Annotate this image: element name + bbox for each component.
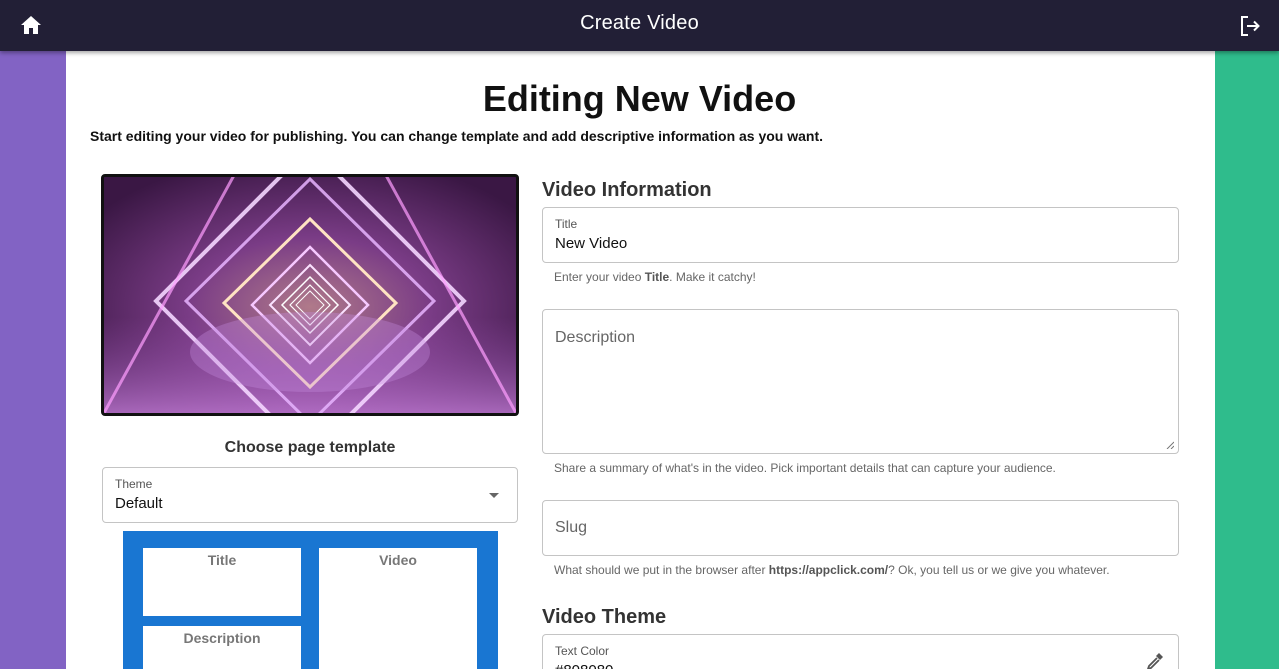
text-color-field[interactable]: Text Color #808080 [542, 634, 1179, 669]
slug-helper-text: What should we put in the browser after … [554, 563, 1110, 577]
left-side-panel [0, 51, 66, 669]
theme-select-label: Theme [115, 477, 153, 491]
template-video-box: Video [319, 548, 477, 669]
template-description-box: Description [143, 626, 301, 669]
template-title-box: Title [143, 548, 301, 616]
resize-handle-icon[interactable] [1166, 441, 1174, 449]
video-theme-heading: Video Theme [542, 606, 667, 628]
color-picker-button[interactable] [1145, 651, 1165, 669]
description-helper-text: Share a summary of what's in the video. … [554, 461, 1056, 475]
eyedropper-icon [1147, 653, 1163, 669]
title-field-label: Title [555, 217, 578, 231]
video-preview[interactable] [101, 174, 519, 416]
description-placeholder: Description [555, 329, 636, 346]
video-information-heading: Video Information [542, 179, 712, 201]
logout-icon [1241, 16, 1260, 36]
template-title-label: Title [207, 552, 237, 568]
text-color-label: Text Color [555, 644, 610, 658]
app-bar: Create Video [0, 0, 1279, 51]
dropdown-arrow-icon [489, 493, 499, 498]
title-field[interactable]: Title New Video [542, 207, 1179, 263]
text-color-value: #808080 [555, 662, 613, 669]
page-intro: Start editing your video for publishing.… [90, 128, 824, 144]
title-helper-text: Enter your video Title. Make it catchy! [554, 270, 756, 284]
page-title: Editing New Video [482, 78, 797, 119]
template-layout-preview: Title Video Description [123, 531, 498, 669]
logout-button[interactable] [1239, 15, 1261, 37]
template-video-label: Video [379, 552, 417, 568]
title-field-value: New Video [555, 235, 628, 252]
theme-select[interactable]: Theme Default [102, 467, 518, 523]
neon-tunnel-thumbnail [104, 177, 516, 413]
theme-select-value: Default [115, 495, 163, 512]
template-description-label: Description [183, 630, 261, 646]
choose-template-label: Choose page template [224, 439, 396, 456]
slug-field[interactable]: Slug [542, 500, 1179, 556]
right-side-panel [1215, 51, 1279, 669]
app-title: Create Video [580, 12, 699, 34]
slug-placeholder: Slug [555, 519, 588, 536]
description-field[interactable]: Description [542, 309, 1179, 454]
